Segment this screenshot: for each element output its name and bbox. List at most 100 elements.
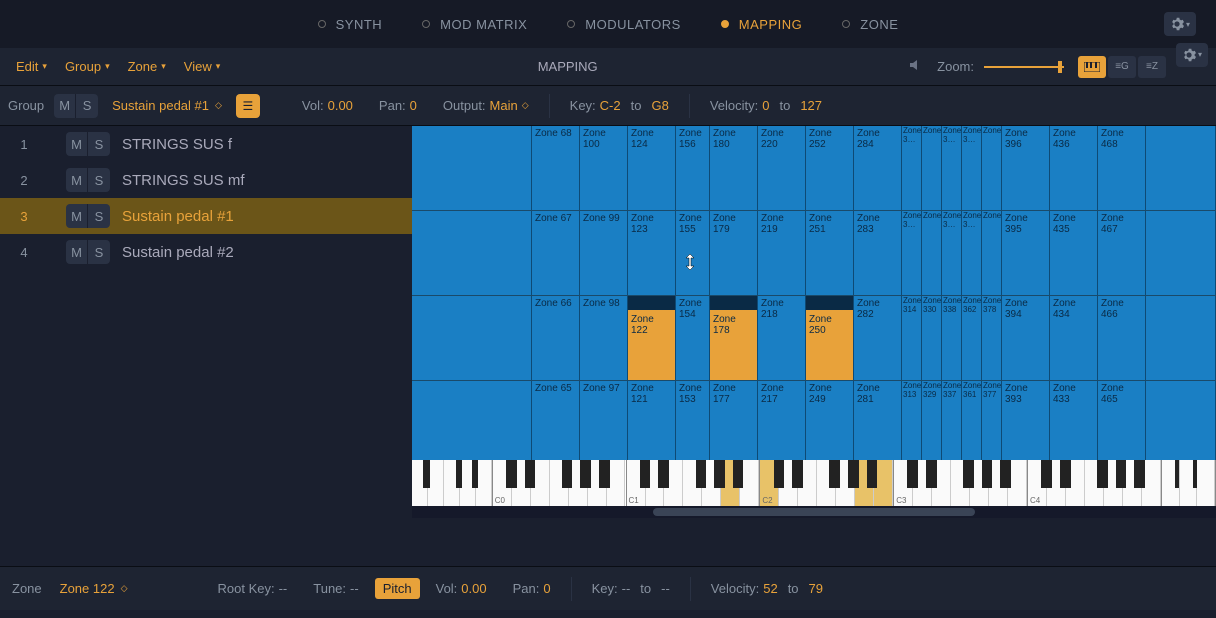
zone-cell[interactable]: Zone 154 [676,296,710,380]
zone-cell[interactable]: Zone 3… [942,126,962,210]
piano-key[interactable] [951,460,970,506]
piano-key[interactable] [1085,460,1104,506]
zone-cell[interactable]: Zone 219 [758,211,806,295]
zone-cell[interactable]: Zone 220 [758,126,806,210]
zone-cell[interactable]: Zone 3… [962,211,982,295]
zone-cell[interactable] [412,381,532,465]
tab-synth[interactable]: SYNTH [318,17,383,32]
vol-param[interactable]: Vol:0.00 [292,98,363,113]
zone-cell[interactable]: Zone 3… [902,211,922,295]
mute-button[interactable]: M [66,204,88,228]
zone-cell[interactable]: Zone 396 [1002,126,1050,210]
zone-cell[interactable]: Zone 284 [854,126,902,210]
zone-cell[interactable]: Zone… [982,211,1002,295]
piano-key[interactable] [740,460,759,506]
zone-cell[interactable]: Zone 250 [806,296,854,380]
key-range-param[interactable]: Key:C-2toG8 [560,98,679,113]
zone-cell[interactable]: Zone 218 [758,296,806,380]
tab-mapping[interactable]: MAPPING [721,17,802,32]
piano-key[interactable] [683,460,702,506]
zone-cell[interactable]: Zone 337 [942,381,962,465]
zone-cell[interactable]: Zone 3… [942,211,962,295]
solo-button[interactable]: S [88,168,110,192]
velocity-range-param[interactable]: Velocity:0to127 [700,98,832,113]
pitch-button[interactable]: Pitch [375,578,420,599]
zone-cell[interactable]: Zone 466 [1098,296,1146,380]
zone-cell[interactable]: Zone 153 [676,381,710,465]
zone-key-param[interactable]: Key:--to-- [582,581,680,596]
zone-cell[interactable]: Zone 313 [902,381,922,465]
piano-key[interactable] [1104,460,1123,506]
view-zone-button[interactable]: ≡Z [1138,56,1166,78]
zone-cell[interactable]: Zone… [982,126,1002,210]
list-toggle-button[interactable]: ☰ [236,94,260,118]
zone-cell[interactable]: Zone 177 [710,381,758,465]
group-name-dropdown[interactable]: Sustain pedal #1◇ [104,98,230,113]
piano-key[interactable] [664,460,683,506]
zone-cell[interactable]: Zone 433 [1050,381,1098,465]
zone-cell[interactable]: Zone 252 [806,126,854,210]
zone-cell[interactable]: Zone 121 [628,381,676,465]
zone-cell[interactable]: Zone 395 [1002,211,1050,295]
mute-button[interactable]: M [66,168,88,192]
mute-button[interactable]: M [54,94,76,118]
zone-cell[interactable]: Zone 155 [676,211,710,295]
zone-cell[interactable]: Zone 330 [922,296,942,380]
zone-cell[interactable]: Zone… [922,126,942,210]
zone-cell[interactable]: Zone 179 [710,211,758,295]
zone-cell[interactable]: Zone 361 [962,381,982,465]
group-row[interactable]: 4MSSustain pedal #2 [0,234,412,270]
piano-key[interactable] [932,460,951,506]
zone-name-dropdown[interactable]: Zone 122◇ [52,581,136,596]
zone-cell[interactable]: Zone 434 [1050,296,1098,380]
piano-key[interactable] [646,460,665,506]
mute-button[interactable]: M [66,240,88,264]
piano-key[interactable] [588,460,607,506]
solo-button[interactable]: S [88,204,110,228]
group-row[interactable]: 1MSSTRINGS SUS f [0,126,412,162]
zoom-slider[interactable] [984,55,1064,79]
keyboard[interactable]: C0C1C2C3C4 [412,460,1216,506]
solo-button[interactable]: S [88,240,110,264]
zone-cell[interactable]: Zone 394 [1002,296,1050,380]
zone-cell[interactable]: Zone 97 [580,381,628,465]
zone-map[interactable]: Zone 68Zone 100Zone 124Zone 156Zone 180Z… [412,126,1216,566]
zone-cell[interactable]: Zone 314 [902,296,922,380]
tune-param[interactable]: Tune:-- [303,581,368,596]
zone-cell[interactable]: Zone… [922,211,942,295]
menu-view[interactable]: View ▾ [176,55,228,78]
piano-key[interactable] [550,460,569,506]
zone-cell[interactable]: Zone 124 [628,126,676,210]
zone-cell[interactable] [412,296,532,380]
tab-mod-matrix[interactable]: MOD MATRIX [422,17,527,32]
zone-cell[interactable]: Zone 180 [710,126,758,210]
piano-key[interactable] [607,460,626,506]
piano-key[interactable] [970,460,989,506]
piano-key[interactable] [836,460,855,506]
zone-cell[interactable]: Zone 377 [982,381,1002,465]
piano-key[interactable] [702,460,721,506]
zone-cell[interactable]: Zone 65 [532,381,580,465]
zone-cell[interactable]: Zone 249 [806,381,854,465]
zone-cell[interactable] [412,211,532,295]
group-row[interactable]: 3MSSustain pedal #1 [0,198,412,234]
piano-key[interactable] [989,460,1008,506]
zone-cell[interactable]: Zone 156 [676,126,710,210]
piano-key[interactable] [817,460,836,506]
zone-cell[interactable]: Zone 338 [942,296,962,380]
zone-cell[interactable]: Zone 362 [962,296,982,380]
zone-cell[interactable]: Zone 329 [922,381,942,465]
zone-cell[interactable]: Zone 99 [580,211,628,295]
piano-key[interactable] [1123,460,1142,506]
zone-pan-param[interactable]: Pan:0 [503,581,561,596]
zone-cell[interactable]: Zone 251 [806,211,854,295]
tab-zone[interactable]: ZONE [842,17,898,32]
piano-key[interactable] [1008,460,1027,506]
tab-modulators[interactable]: MODULATORS [567,17,681,32]
piano-key[interactable] [721,460,740,506]
menu-edit[interactable]: Edit ▾ [8,55,55,78]
menu-zone[interactable]: Zone ▾ [120,55,174,78]
piano-key[interactable] [531,460,550,506]
output-param[interactable]: Output:Main◇ [433,98,539,113]
zone-cell[interactable]: Zone 378 [982,296,1002,380]
